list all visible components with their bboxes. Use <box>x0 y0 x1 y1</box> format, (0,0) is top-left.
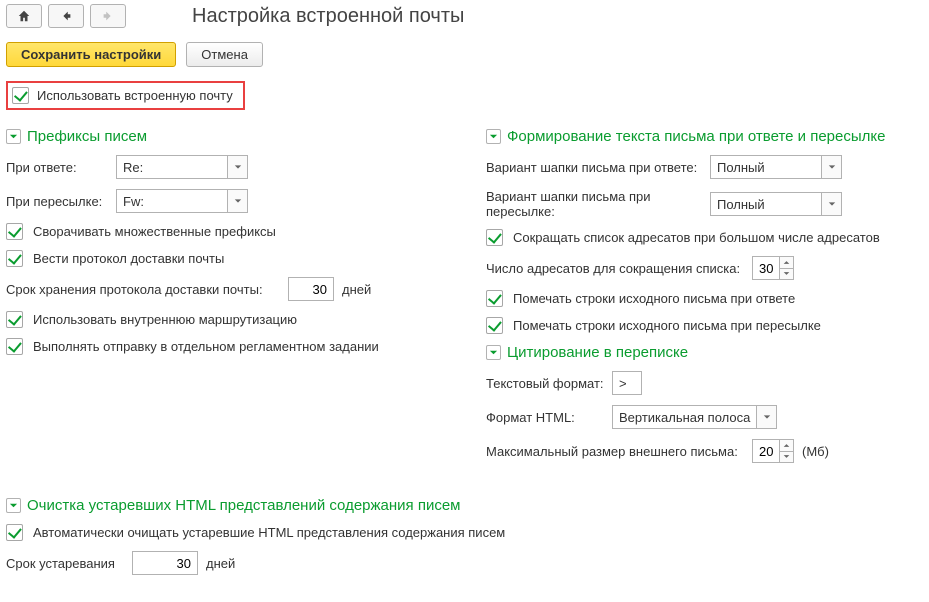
dropdown-button[interactable] <box>227 190 247 212</box>
use-builtin-mail-highlight: Использовать встроенную почту <box>6 81 245 110</box>
max-size-input[interactable] <box>753 440 779 462</box>
chevron-up-icon <box>783 443 790 448</box>
html-format-value: Вертикальная полоса <box>613 406 756 428</box>
max-size-label: Максимальный размер внешнего письма: <box>486 444 752 459</box>
age-label: Срок устаревания <box>6 556 132 571</box>
spinner-down[interactable] <box>780 269 793 280</box>
cleanup-section-title: Очистка устаревших HTML представлений со… <box>27 497 461 514</box>
dropdown-button[interactable] <box>821 193 841 215</box>
mark-forward-checkbox[interactable] <box>486 317 503 334</box>
internal-routing-checkbox[interactable] <box>6 311 23 328</box>
cleanup-collapse-button[interactable] <box>6 498 21 513</box>
shorten-recipients-checkbox[interactable] <box>486 229 503 246</box>
forward-prefix-dropdown[interactable]: Fw: <box>116 189 248 213</box>
auto-cleanup-label: Автоматически очищать устаревшие HTML пр… <box>33 525 505 540</box>
retention-unit: дней <box>342 282 371 297</box>
dropdown-button[interactable] <box>821 156 841 178</box>
text-format-value[interactable]: > <box>612 371 642 395</box>
arrow-left-icon <box>59 9 73 23</box>
home-button[interactable] <box>6 4 42 28</box>
spinner-down[interactable] <box>780 452 793 463</box>
shorten-count-label: Число адресатов для сокращения списка: <box>486 261 752 276</box>
forward-header-dropdown[interactable]: Полный <box>710 192 842 216</box>
reply-prefix-value: Re: <box>117 156 227 178</box>
forward-prefix-value: Fw: <box>117 190 227 212</box>
quoting-section-title: Цитирование в переписке <box>507 344 688 361</box>
reply-fwd-collapse-button[interactable] <box>486 129 501 144</box>
reply-header-value: Полный <box>711 156 821 178</box>
chevron-down-icon <box>763 413 771 421</box>
dropdown-button[interactable] <box>227 156 247 178</box>
back-button[interactable] <box>48 4 84 28</box>
max-size-unit: (Мб) <box>802 444 829 459</box>
max-size-spinner <box>779 440 793 462</box>
collapse-prefixes-label: Сворачивать множественные префиксы <box>33 224 276 239</box>
spinner-up[interactable] <box>780 257 793 269</box>
chevron-down-icon <box>828 163 836 171</box>
mark-reply-checkbox[interactable] <box>486 290 503 307</box>
auto-cleanup-checkbox[interactable] <box>6 524 23 541</box>
delivery-protocol-label: Вести протокол доставки почты <box>33 251 224 266</box>
reply-prefix-dropdown[interactable]: Re: <box>116 155 248 179</box>
chevron-down-icon <box>828 200 836 208</box>
forward-header-value: Полный <box>711 193 821 215</box>
forward-header-label: Вариант шапки письма при пересылке: <box>486 189 710 219</box>
use-builtin-mail-checkbox[interactable] <box>12 87 29 104</box>
chevron-down-icon <box>9 501 18 510</box>
quoting-collapse-button[interactable] <box>486 345 501 360</box>
mark-forward-label: Помечать строки исходного письма при пер… <box>513 318 821 333</box>
spinner-up[interactable] <box>780 440 793 452</box>
chevron-down-icon <box>234 197 242 205</box>
internal-routing-label: Использовать внутреннюю маршрутизацию <box>33 312 297 327</box>
home-icon <box>17 9 31 23</box>
prefixes-collapse-button[interactable] <box>6 129 21 144</box>
chevron-down-icon <box>9 132 18 141</box>
age-input[interactable] <box>133 552 197 574</box>
use-builtin-mail-label: Использовать встроенную почту <box>37 88 233 103</box>
arrow-right-icon <box>101 9 115 23</box>
delivery-protocol-checkbox[interactable] <box>6 250 23 267</box>
retention-input-wrapper <box>288 277 334 301</box>
forward-button[interactable] <box>90 4 126 28</box>
reply-header-label: Вариант шапки письма при ответе: <box>486 160 710 175</box>
shorten-count-spinner <box>779 257 793 279</box>
chevron-up-icon <box>783 260 790 265</box>
max-size-input-wrapper <box>752 439 794 463</box>
reply-prefix-label: При ответе: <box>6 160 116 175</box>
dropdown-button[interactable] <box>756 406 776 428</box>
chevron-down-icon <box>783 454 790 459</box>
chevron-down-icon <box>234 163 242 171</box>
html-format-dropdown[interactable]: Вертикальная полоса <box>612 405 777 429</box>
text-format-label: Текстовый формат: <box>486 376 612 391</box>
page-title: Настройка встроенной почты <box>192 5 464 28</box>
age-input-wrapper <box>132 551 198 575</box>
retention-label: Срок хранения протокола доставки почты: <box>6 282 288 297</box>
reply-fwd-section-title: Формирование текста письма при ответе и … <box>507 128 885 145</box>
forward-prefix-label: При пересылке: <box>6 194 116 209</box>
shorten-recipients-label: Сокращать список адресатов при большом ч… <box>513 230 880 245</box>
collapse-prefixes-checkbox[interactable] <box>6 223 23 240</box>
chevron-down-icon <box>783 271 790 276</box>
age-unit: дней <box>206 556 235 571</box>
separate-task-checkbox[interactable] <box>6 338 23 355</box>
chevron-down-icon <box>489 348 498 357</box>
mark-reply-label: Помечать строки исходного письма при отв… <box>513 291 795 306</box>
html-format-label: Формат HTML: <box>486 410 612 425</box>
chevron-down-icon <box>489 132 498 141</box>
reply-header-dropdown[interactable]: Полный <box>710 155 842 179</box>
save-button[interactable]: Сохранить настройки <box>6 42 176 67</box>
separate-task-label: Выполнять отправку в отдельном регламент… <box>33 339 379 354</box>
prefixes-section-title: Префиксы писем <box>27 128 147 145</box>
retention-input[interactable] <box>289 278 333 300</box>
cancel-button[interactable]: Отмена <box>186 42 263 67</box>
shorten-count-input[interactable] <box>753 257 779 279</box>
shorten-count-input-wrapper <box>752 256 794 280</box>
